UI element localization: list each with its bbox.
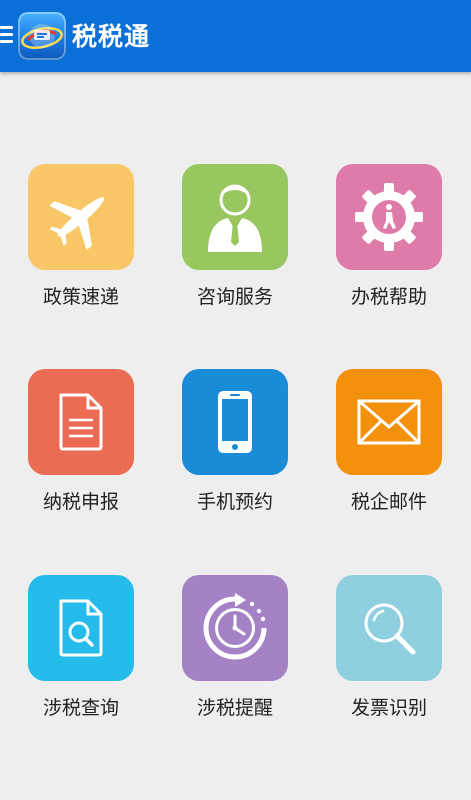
tile-consulting-service[interactable]: 咨询服务 xyxy=(180,164,290,309)
tile-label: 涉税查询 xyxy=(42,697,119,719)
tile-tax-reminder[interactable]: 涉税提醒 xyxy=(180,575,290,720)
tile-policy-express-box[interactable] xyxy=(28,164,134,270)
menu-icon[interactable] xyxy=(0,22,14,48)
tile-tax-help[interactable]: 办税帮助 xyxy=(334,164,444,309)
document-icon xyxy=(59,393,103,451)
tile-label: 税企邮件 xyxy=(350,491,427,513)
tile-label: 纳税申报 xyxy=(42,491,119,513)
search-document-icon xyxy=(59,599,103,657)
tile-enterprise-mail-box[interactable] xyxy=(336,369,442,475)
tile-invoice-recognition-box[interactable] xyxy=(336,575,442,681)
app-logo[interactable] xyxy=(18,12,66,60)
top-app-bar: 税税通 xyxy=(0,0,471,72)
tile-invoice-recognition[interactable]: 发票识别 xyxy=(334,575,444,720)
gear-help-icon xyxy=(355,183,423,251)
tile-label: 办税帮助 xyxy=(350,286,427,308)
tile-phone-booking[interactable]: 手机预约 xyxy=(180,369,290,514)
tile-tax-declaration-box[interactable] xyxy=(28,369,134,475)
tile-label: 政策速递 xyxy=(42,286,119,308)
airplane-icon xyxy=(49,197,105,251)
tile-tax-reminder-box[interactable] xyxy=(182,575,288,681)
tile-label: 发票识别 xyxy=(350,697,427,719)
app-title: 税税通 xyxy=(72,22,151,51)
tile-tax-help-box[interactable] xyxy=(336,164,442,270)
mail-icon xyxy=(357,399,421,445)
tile-policy-express[interactable]: 政策速递 xyxy=(26,164,136,309)
tile-tax-query-box[interactable] xyxy=(28,575,134,681)
tile-tax-declaration[interactable]: 纳税申报 xyxy=(26,369,136,514)
tile-tax-query[interactable]: 涉税查询 xyxy=(26,575,136,720)
tile-phone-booking-box[interactable] xyxy=(182,369,288,475)
phone-icon xyxy=(218,391,252,453)
magnifier-icon xyxy=(364,603,416,655)
tile-label: 咨询服务 xyxy=(196,286,273,308)
tile-label: 涉税提醒 xyxy=(196,697,273,719)
tile-consulting-service-box[interactable] xyxy=(182,164,288,270)
clock-icon xyxy=(203,593,267,660)
feature-grid: 政策速递 咨询服务 办税帮助 纳税申报 手机预约 税企邮件 涉税查询 涉税提醒 … xyxy=(0,72,471,800)
consultant-icon xyxy=(208,184,262,252)
tile-enterprise-mail[interactable]: 税企邮件 xyxy=(334,369,444,514)
tile-label: 手机预约 xyxy=(196,491,273,513)
